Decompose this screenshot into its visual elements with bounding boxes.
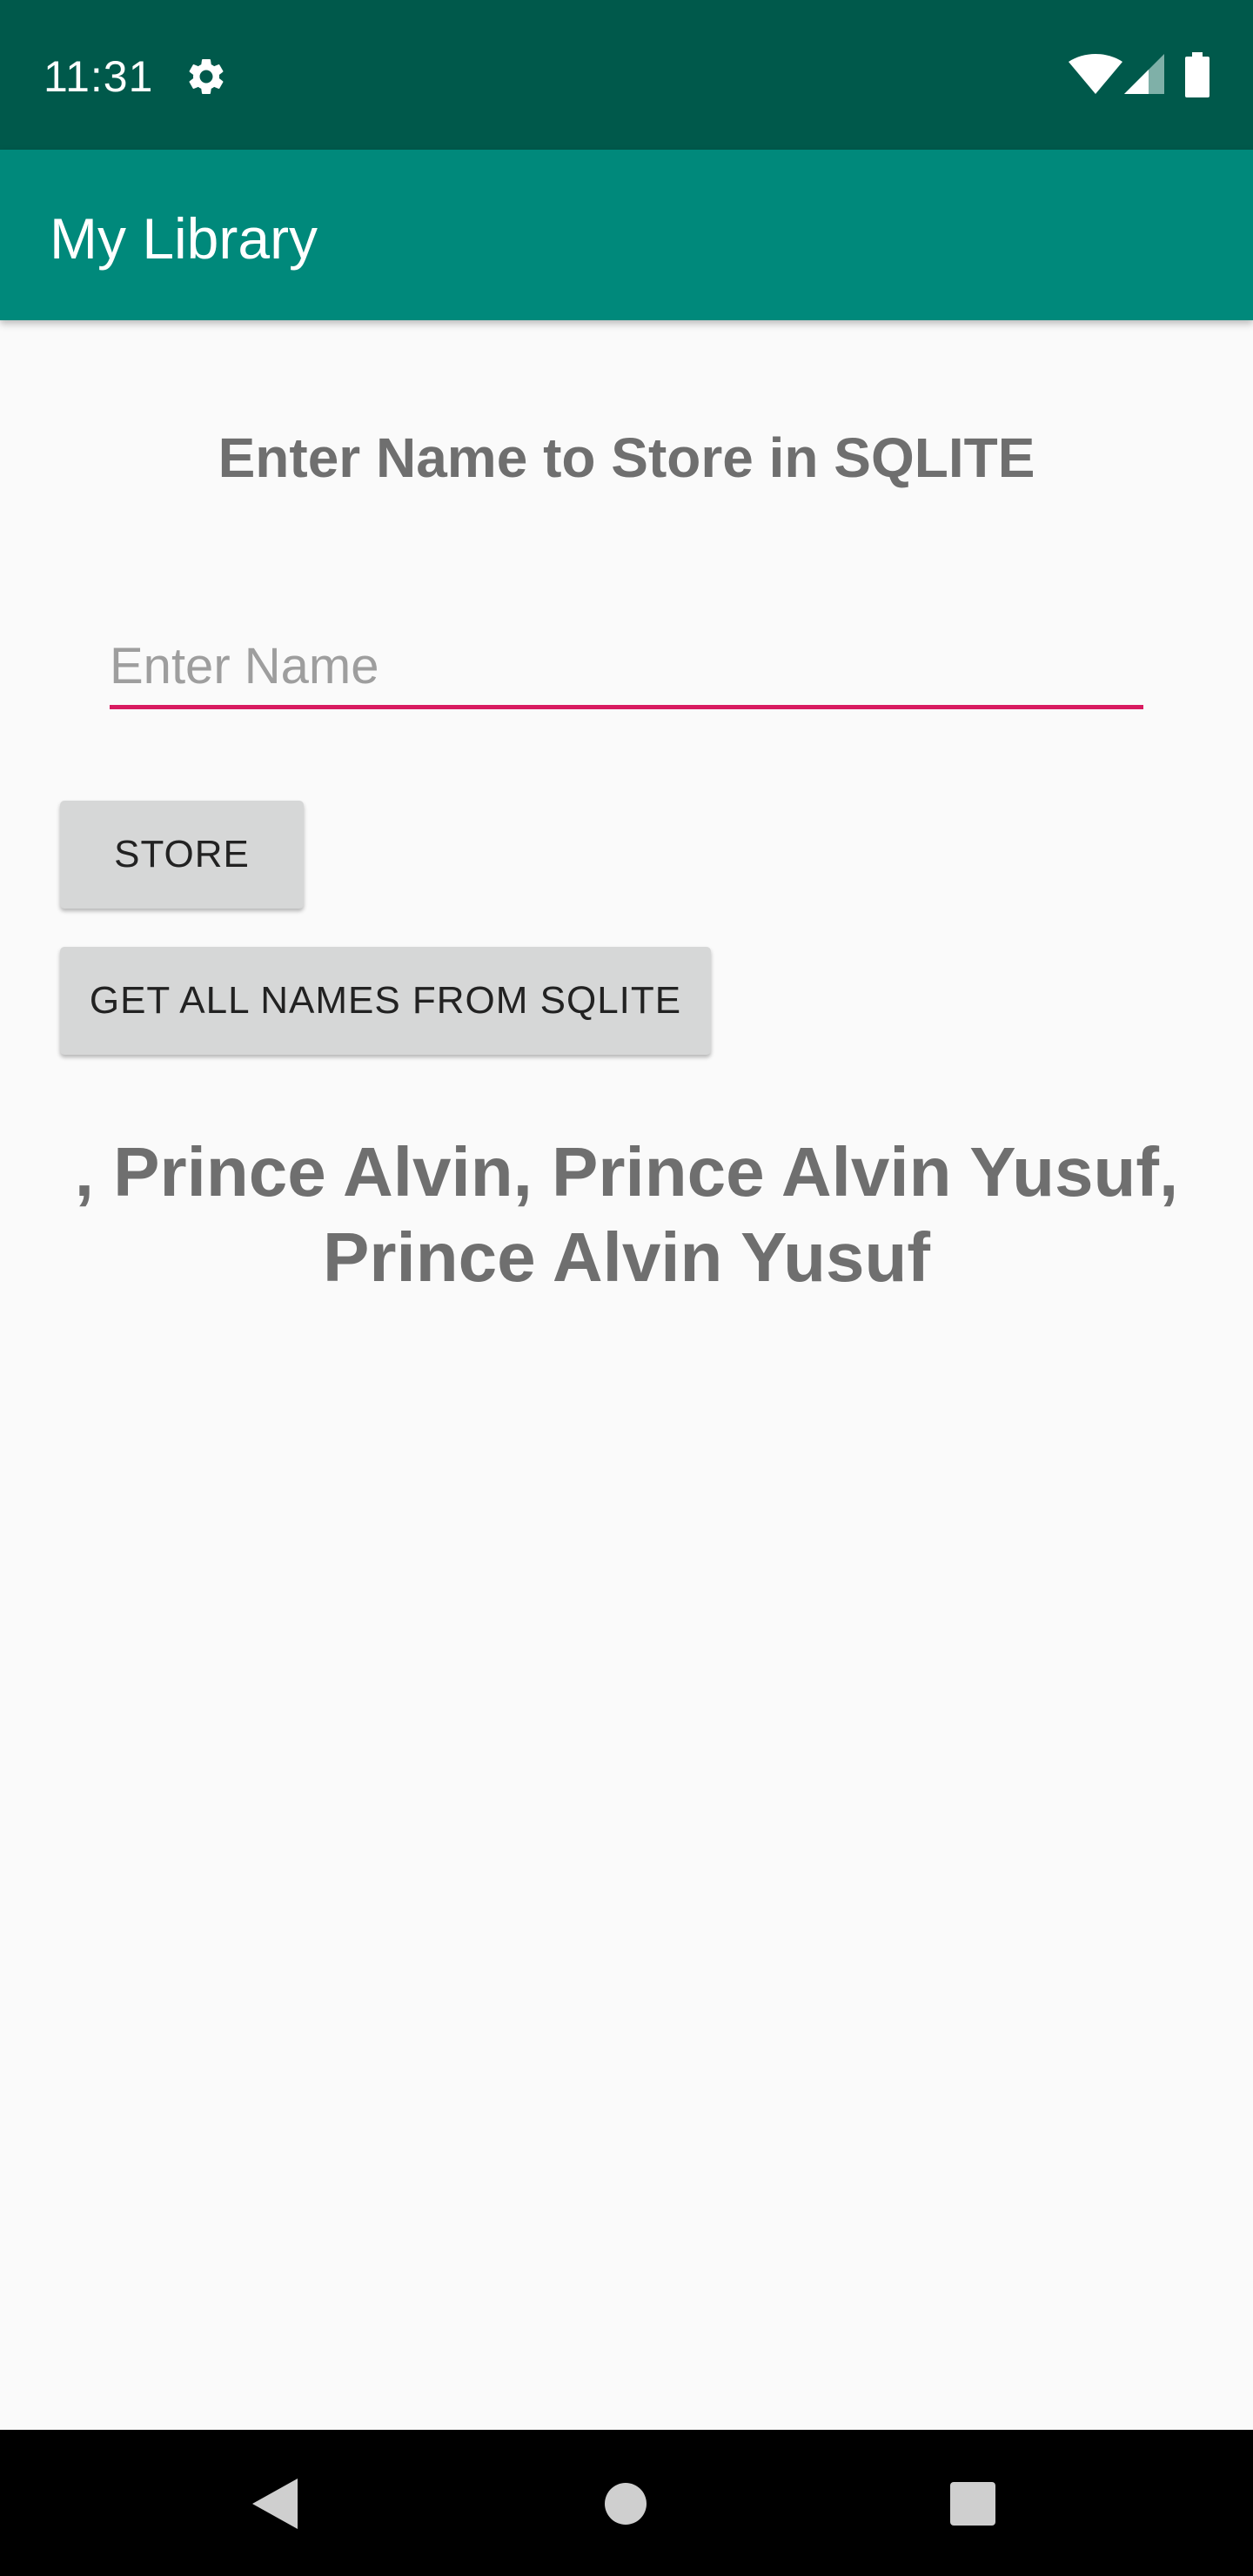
app-bar: My Library xyxy=(0,150,1253,320)
status-time: 11:31 xyxy=(44,52,154,101)
wifi-icon xyxy=(1069,54,1122,94)
store-button[interactable]: STORE xyxy=(60,801,304,909)
home-icon[interactable] xyxy=(605,2483,647,2525)
status-bar: 11:31 xyxy=(0,0,1253,150)
name-input[interactable] xyxy=(110,627,1143,709)
navigation-bar xyxy=(0,2430,1253,2576)
stored-names-text: , Prince Alvin, Prince Alvin Yusuf, Prin… xyxy=(74,1133,1179,1296)
page-heading: Enter Name to Store in SQLITE xyxy=(218,426,1035,489)
app-title: My Library xyxy=(50,206,318,271)
recents-icon[interactable] xyxy=(950,2482,995,2526)
get-all-names-button[interactable]: GET ALL NAMES FROM SQLITE xyxy=(60,947,711,1055)
signal-icon xyxy=(1124,54,1164,94)
settings-icon xyxy=(189,58,224,94)
back-icon[interactable] xyxy=(252,2479,298,2529)
battery-icon xyxy=(1185,52,1209,97)
